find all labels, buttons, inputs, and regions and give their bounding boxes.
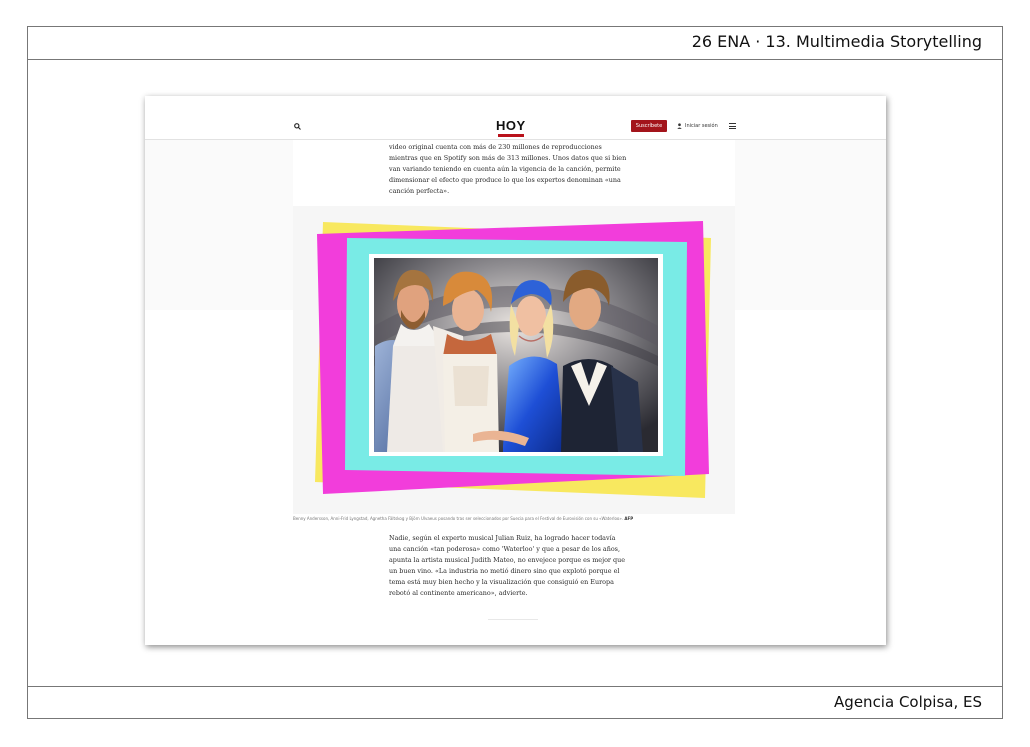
page-margin-right: [735, 140, 886, 310]
subscribe-button[interactable]: Suscríbete: [631, 120, 667, 132]
caption-source: AFP: [624, 516, 634, 521]
site-header: HOY Suscríbete Iniciar sesión: [145, 96, 886, 140]
article-image[interactable]: [293, 206, 735, 514]
article-text-bottom: Nadie, según el experto musical Julian R…: [389, 533, 639, 599]
login-label: Iniciar sesión: [685, 123, 718, 129]
article-line: video original cuenta con más de 230 mil…: [389, 143, 602, 151]
page-margin-left: [145, 140, 293, 310]
user-icon: [677, 123, 682, 129]
article-line: una canción «tan poderosa» como 'Waterlo…: [389, 545, 620, 553]
slide-credit: Agencia Colpisa, ES: [834, 693, 982, 711]
login-button[interactable]: Iniciar sesión: [677, 120, 718, 132]
slide-footer: Agencia Colpisa, ES: [28, 686, 1002, 718]
slide-header: 26 ENA · 13. Multimedia Storytelling: [28, 27, 1002, 60]
image-caption: Benny Andersson, Anni-Frid Lyngstad, Agn…: [293, 516, 735, 521]
article-line: un buen vino. «La industria no metió din…: [389, 567, 620, 575]
band-photo: [374, 258, 658, 452]
article-line: dimensionar el efecto que produce lo que…: [389, 176, 621, 184]
divider: [488, 619, 538, 620]
abba-photo-collage: [315, 221, 711, 498]
search-icon[interactable]: [294, 123, 301, 130]
website-screenshot: HOY Suscríbete Iniciar sesión video orig…: [145, 96, 886, 645]
article-line: canción perfecta».: [389, 187, 450, 195]
article-line: tema está muy bien hecho y la visualizac…: [389, 578, 614, 586]
logo-underline: [498, 134, 524, 137]
article-line: mientras que en Spotify son más de 313 m…: [389, 154, 627, 162]
article-line: rebotó al continente americano», adviert…: [389, 589, 528, 597]
article-text-top: video original cuenta con más de 230 mil…: [389, 142, 639, 197]
menu-icon[interactable]: [729, 123, 736, 129]
article-line: Nadie, según el experto musical Julian R…: [389, 534, 616, 542]
article-line: van variando teniendo en cuenta aún la v…: [389, 165, 621, 173]
site-logo[interactable]: HOY: [496, 118, 526, 133]
caption-text: Benny Andersson, Anni-Frid Lyngstad, Agn…: [293, 516, 624, 521]
article-line: apunta la artista musical Judith Mateo, …: [389, 556, 625, 564]
slide-title: 26 ENA · 13. Multimedia Storytelling: [691, 32, 982, 51]
